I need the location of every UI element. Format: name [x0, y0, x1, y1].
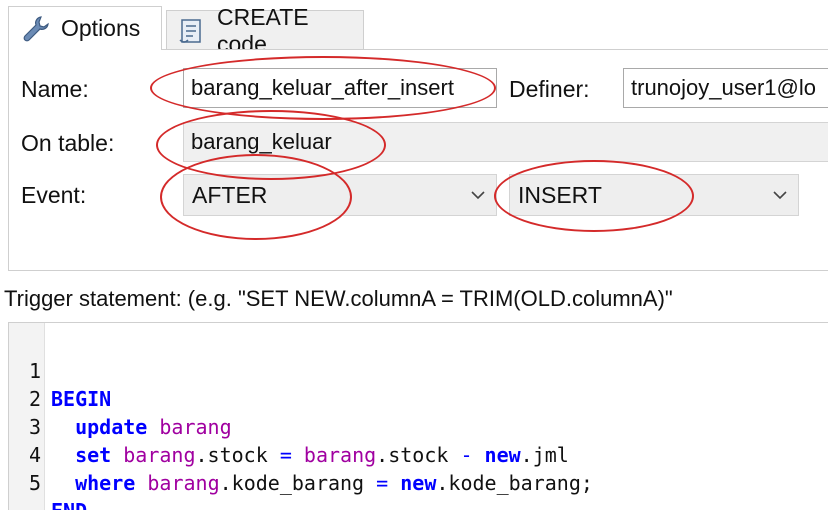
trigger-statement-label: Trigger statement: (e.g. "SET NEW.column… [4, 286, 673, 311]
code-body: 1 BEGIN 2 update barang 3 set barang.sto… [9, 329, 828, 510]
keyword-token: END [51, 499, 87, 510]
field-token: .kode_barang [219, 471, 365, 495]
event-label: Event: [21, 182, 87, 208]
table-field: barang_keluar [183, 122, 828, 162]
code-line: 3 set barang.stock = barang.stock - new.… [9, 385, 828, 467]
code-editor[interactable]: 1 BEGIN 2 update barang 3 set barang.sto… [8, 322, 828, 510]
timing-select-value: AFTER [192, 181, 268, 208]
tab-options[interactable]: Options [8, 6, 162, 50]
definer-input[interactable]: trunojoy_user1@lo [623, 68, 828, 108]
wrench-icon [21, 14, 51, 44]
tab-create-code[interactable]: CREATE code [166, 4, 364, 57]
chevron-down-icon [773, 191, 787, 200]
tab-bar: Options CREATE code [0, 0, 828, 57]
operator-token: = [376, 471, 389, 495]
event-select-value: INSERT [518, 181, 602, 208]
code-line: 5 END [9, 441, 828, 510]
chevron-down-icon [471, 191, 485, 200]
keyword-token: new [400, 471, 437, 495]
code-text: END [51, 497, 87, 510]
trigger-name-input[interactable]: barang_keluar_after_insert [183, 68, 497, 108]
line-number: 5 [28, 471, 41, 495]
field-token: .kode_barang; [436, 471, 593, 495]
table-label: On table: [21, 130, 115, 156]
code-line: 1 BEGIN [9, 329, 828, 411]
name-label: Name: [21, 76, 89, 102]
keyword-token: where [75, 471, 136, 495]
script-icon [177, 16, 207, 46]
code-line: 2 update barang [9, 357, 828, 439]
code-text: where barang.kode_barang = new.kode_bara… [51, 469, 593, 497]
tab-options-label: Options [61, 15, 141, 41]
definer-label: Definer: [509, 76, 590, 102]
event-select[interactable]: INSERT [509, 174, 799, 216]
timing-select[interactable]: AFTER [183, 174, 497, 216]
options-panel: Name: barang_keluar_after_insert Definer… [8, 49, 828, 271]
code-line: 4 where barang.kode_barang = new.kode_ba… [9, 413, 828, 495]
identifier-token: barang [147, 471, 220, 495]
